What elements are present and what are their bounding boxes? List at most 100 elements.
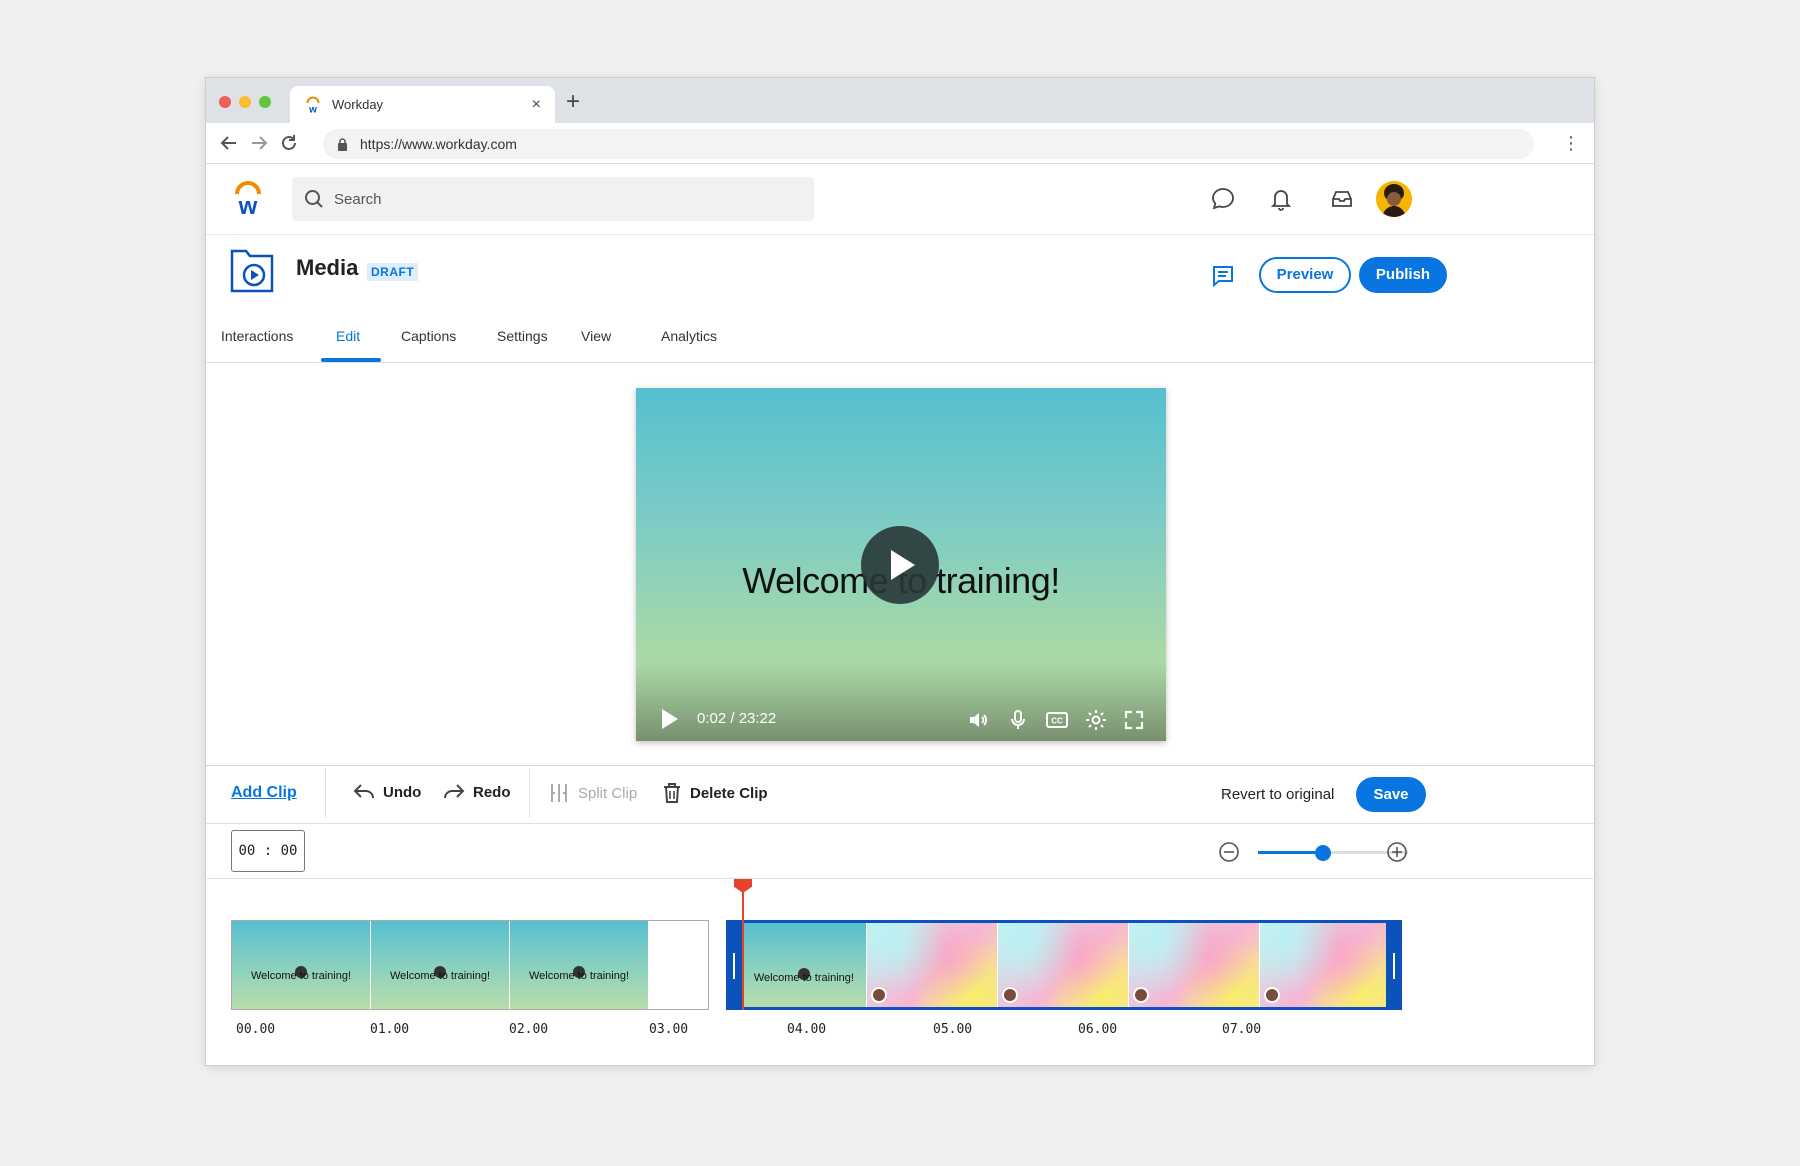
undo-label: Undo [383, 783, 422, 801]
url-field[interactable]: https://www.workday.com [323, 129, 1534, 159]
zoom-slider-knob[interactable] [1314, 845, 1331, 861]
browser-tab[interactable]: w Workday × [290, 86, 555, 123]
volume-icon[interactable] [967, 708, 991, 732]
browser-window: w Workday × + https://www.workday.com ⋮ … [205, 77, 1595, 1066]
undo-button[interactable]: Undo [353, 782, 421, 802]
frame-avatar [1264, 987, 1281, 1003]
revert-to-original-button[interactable]: Revert to original [1221, 786, 1334, 803]
frame-text: Welcome to training! [528, 970, 630, 982]
fullscreen-icon[interactable] [1122, 708, 1146, 732]
clip-trim-handle-right[interactable] [1393, 953, 1395, 979]
tab-close-icon[interactable]: × [532, 96, 541, 114]
chat-icon[interactable] [1209, 185, 1237, 213]
browser-menu-icon[interactable]: ⋮ [1562, 133, 1580, 154]
redo-button[interactable]: Redo [443, 782, 511, 802]
video-player[interactable]: Welcome to training! 0:02 / 23:22 CC [636, 388, 1166, 741]
timeline-tick: 00.00 [236, 1022, 276, 1037]
play-icon[interactable] [662, 709, 678, 729]
save-button[interactable]: Save [1356, 777, 1426, 812]
tab-analytics[interactable]: Analytics [661, 328, 717, 344]
active-tab-indicator [321, 358, 381, 362]
clip-trim-handle-left[interactable] [733, 953, 735, 979]
comment-icon[interactable] [1211, 264, 1235, 288]
zoom-out-icon[interactable] [1218, 841, 1240, 863]
search-input[interactable]: Search [292, 177, 814, 221]
frame-text: Welcome to training! [753, 972, 854, 984]
clip-frame: Welcome to training! [510, 921, 648, 1009]
tab-edit[interactable]: Edit [336, 328, 360, 344]
timeline-tick: 02.00 [509, 1022, 549, 1037]
clip-2-selected[interactable]: Welcome to training! [726, 920, 1402, 1010]
delete-clip-button[interactable]: Delete Clip [662, 782, 768, 804]
timeline-tick: 01.00 [370, 1022, 410, 1037]
minimize-window-button[interactable] [239, 96, 251, 108]
page-title-row: Media DRAFT Preview Publish [206, 235, 1594, 310]
clip-frame: Welcome to training! [742, 923, 867, 1007]
reload-icon[interactable] [278, 132, 300, 154]
avatar[interactable] [1376, 181, 1412, 217]
timeline-tick: 03.00 [649, 1022, 689, 1037]
clip-frame [866, 923, 999, 1007]
svg-text:w: w [238, 193, 258, 216]
play-button-large[interactable] [861, 526, 939, 604]
lock-icon [338, 137, 347, 151]
clip-1[interactable]: Welcome to training! Welcome to training… [231, 920, 709, 1010]
settings-gear-icon[interactable] [1084, 708, 1108, 732]
redo-label: Redo [473, 783, 511, 801]
bell-icon[interactable] [1267, 185, 1295, 213]
workday-logo[interactable]: w [233, 180, 263, 216]
microphone-icon[interactable] [1006, 708, 1030, 732]
frame-avatar [1133, 987, 1150, 1003]
close-window-button[interactable] [219, 96, 231, 108]
forward-arrow-icon[interactable] [248, 132, 270, 154]
timeline-tick: 06.00 [1078, 1022, 1118, 1037]
tab-interactions[interactable]: Interactions [221, 328, 293, 344]
zoom-in-icon[interactable] [1386, 841, 1408, 863]
split-clip-button[interactable]: Split Clip [548, 782, 637, 804]
maximize-window-button[interactable] [259, 96, 271, 108]
media-folder-icon [230, 249, 274, 293]
playhead[interactable] [742, 879, 744, 1010]
clip-frame [1260, 923, 1387, 1007]
status-badge: DRAFT [367, 263, 419, 281]
trash-icon [664, 783, 680, 803]
search-icon [305, 190, 323, 208]
clip-frame: Welcome to training! [371, 921, 510, 1009]
svg-text:w: w [308, 104, 317, 114]
svg-text:CC: CC [1051, 717, 1063, 726]
clip-frame [1129, 923, 1261, 1007]
video-time: 0:02 / 23:22 [697, 710, 777, 727]
toolbar-divider [325, 768, 326, 818]
back-arrow-icon[interactable] [218, 132, 240, 154]
undo-icon [353, 784, 374, 799]
zoom-slider-fill [1258, 851, 1323, 854]
split-clip-label: Split Clip [578, 784, 638, 802]
frame-avatar [870, 987, 887, 1003]
app-header: w Search [206, 164, 1594, 235]
add-clip-link[interactable]: Add Clip [231, 784, 297, 802]
split-clip-icon [551, 784, 567, 802]
tab-title: Workday [332, 97, 384, 112]
preview-button[interactable]: Preview [1259, 257, 1351, 293]
frame-text: Welcome to training! [389, 970, 491, 982]
tab-captions[interactable]: Captions [401, 328, 456, 344]
timeline-tick: 04.00 [787, 1022, 827, 1037]
video-preview-area: Welcome to training! 0:02 / 23:22 CC [206, 363, 1594, 766]
tab-settings[interactable]: Settings [497, 328, 548, 344]
edit-toolbar: Add Clip Undo Redo Split Clip Delete Cli… [206, 766, 1594, 824]
timeline-tick: 07.00 [1222, 1022, 1262, 1037]
video-controls-bar: 0:02 / 23:22 CC [636, 661, 1166, 741]
tab-view[interactable]: View [581, 328, 611, 344]
timecode-input[interactable]: 00 : 00 [231, 830, 305, 872]
new-tab-button[interactable]: + [566, 88, 580, 116]
inbox-icon[interactable] [1328, 185, 1356, 213]
clip-frame [998, 923, 1130, 1007]
publish-button[interactable]: Publish [1359, 257, 1447, 293]
toolbar-divider [529, 768, 530, 818]
address-bar: https://www.workday.com ⋮ [206, 123, 1594, 164]
frame-text: Welcome to training! [250, 970, 352, 982]
timeline: Welcome to training! Welcome to training… [206, 879, 1594, 1064]
clip-frame: Welcome to training! [232, 921, 371, 1009]
closed-captions-icon[interactable]: CC [1045, 708, 1069, 732]
redo-icon [444, 784, 465, 799]
